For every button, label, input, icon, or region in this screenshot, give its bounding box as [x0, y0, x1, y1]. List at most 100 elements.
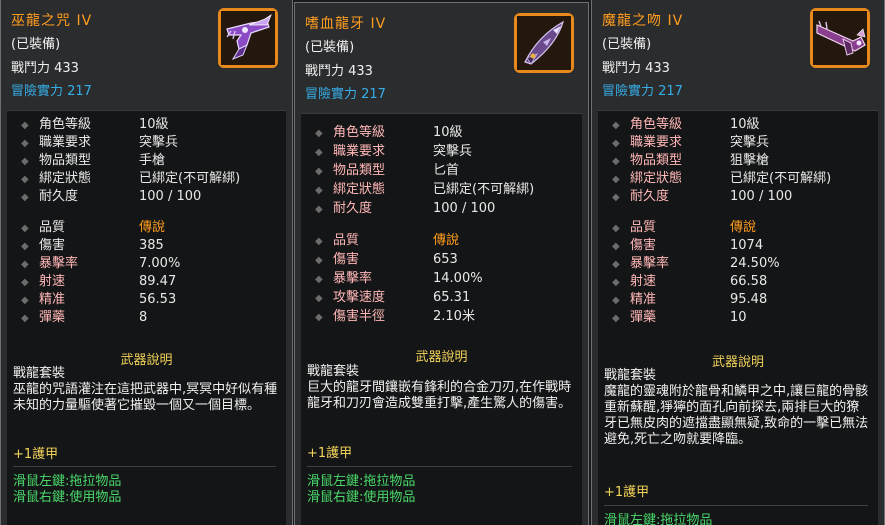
violet-skull-pistol-icon	[218, 8, 278, 68]
divider	[13, 466, 276, 467]
diamond-bullet-icon: ◆	[612, 259, 620, 270]
diamond-bullet-icon: ◆	[315, 185, 323, 196]
diamond-bullet-icon: ◆	[315, 255, 323, 266]
item-stats-panel: ◆ 角色等級 10級 ◆ 職業要求 突擊兵 ◆ 物品類型 狙擊槍 ◆ 綁定狀態 已綁定(不可解綁…	[598, 110, 878, 525]
item-tooltip-card-1: 巫龍之咒 IV (已裝備) 戰鬥力 433 冒險實力 217 ◆ 角色等級 10級 …	[0, 0, 293, 525]
stat-value: 100 / 100	[730, 189, 793, 204]
hint-left-click: 滑鼠左鍵:拖拉物品	[13, 474, 122, 489]
stat-label: 射速	[39, 274, 66, 289]
stat-value: 突擊兵	[730, 135, 770, 150]
stat-label: 耐久度	[630, 189, 670, 204]
stat-label: 傷害半徑	[333, 309, 386, 324]
stat-label: 綁定狀態	[333, 182, 386, 197]
stat-label: 角色等級	[630, 117, 683, 132]
diamond-bullet-icon: ◆	[315, 293, 323, 304]
quality-value: 傳說	[433, 233, 460, 248]
description-body: 巫龍的咒語灌注在這把武器中,冥冥中好似有種未知的力量驅使著它摧毀一個又一個目標。	[13, 382, 278, 413]
stat-value: 10	[730, 310, 747, 325]
stat-label: 角色等級	[39, 117, 92, 132]
diamond-bullet-icon: ◆	[315, 166, 323, 177]
stat-label: 綁定狀態	[39, 171, 92, 186]
stat-value: 已綁定(不可解綁)	[730, 171, 832, 186]
stat-value: 突擊兵	[433, 144, 473, 159]
stat-label: 品質	[630, 220, 657, 235]
hint-left-click: 滑鼠左鍵:拖拉物品	[604, 513, 713, 525]
stat-value: 已綁定(不可解綁)	[139, 171, 241, 186]
diamond-bullet-icon: ◆	[21, 223, 29, 234]
diamond-bullet-icon: ◆	[612, 241, 620, 252]
stat-label: 暴擊率	[39, 256, 79, 271]
description-body: 巨大的龍牙間鑲嵌有鋒利的合金刀刃,在作戰時龍牙和刀刃會造成雙重打擊,產生驚人的傷…	[307, 380, 572, 411]
diamond-bullet-icon: ◆	[315, 274, 323, 285]
diamond-bullet-icon: ◆	[21, 174, 29, 185]
stat-label: 耐久度	[39, 189, 79, 204]
item-name: 魔龍之吻 IV	[602, 13, 684, 29]
diamond-bullet-icon: ◆	[612, 223, 620, 234]
item-stats-panel: ◆ 角色等級 10級 ◆ 職業要求 突擊兵 ◆ 物品類型 手槍 ◆ 綁定狀態 已綁定(不可解綁)…	[7, 110, 286, 525]
stat-label: 綁定狀態	[630, 171, 683, 186]
equipped-status: (已裝備)	[305, 40, 355, 55]
stat-label: 物品類型	[630, 153, 683, 168]
stat-value: 56.53	[139, 292, 177, 307]
combat-power: 戰鬥力 433	[602, 61, 670, 76]
diamond-bullet-icon: ◆	[612, 277, 620, 288]
stat-value: 匕首	[433, 163, 460, 178]
diamond-bullet-icon: ◆	[21, 313, 29, 324]
stat-value: 66.58	[730, 274, 768, 289]
item-stats-panel: ◆ 角色等級 10級 ◆ 職業要求 突擊兵 ◆ 物品類型 匕首 ◆ 綁定狀態 已綁定(不可解綁)…	[301, 113, 582, 525]
diamond-bullet-icon: ◆	[315, 147, 323, 158]
stat-label: 傷害	[630, 238, 657, 253]
quality-value: 傳說	[139, 220, 166, 235]
stat-label: 物品類型	[39, 153, 92, 168]
equipped-status: (已裝備)	[602, 37, 652, 52]
stat-value: 已綁定(不可解綁)	[433, 182, 535, 197]
stat-value: 89.47	[139, 274, 177, 289]
diamond-bullet-icon: ◆	[612, 295, 620, 306]
stat-value: 1074	[730, 238, 764, 253]
set-bonus: +1護甲	[13, 447, 59, 462]
stat-value: 65.31	[433, 290, 471, 305]
description-text: 戰龍套裝 巨大的龍牙間鑲嵌有鋒利的合金刀刃,在作戰時龍牙和刀刃會造成雙重打擊,產…	[307, 364, 574, 412]
stat-value: 10級	[139, 117, 169, 132]
set-bonus: +1護甲	[604, 485, 650, 500]
adventure-power: 冒險實力 217	[11, 84, 92, 99]
diamond-bullet-icon: ◆	[21, 192, 29, 203]
set-name: 戰龍套裝	[604, 368, 657, 383]
diamond-bullet-icon: ◆	[612, 120, 620, 131]
diamond-bullet-icon: ◆	[21, 156, 29, 167]
stat-value: 100 / 100	[139, 189, 202, 204]
adventure-power: 冒險實力 217	[602, 84, 683, 99]
stat-value: 24.50%	[730, 256, 780, 271]
stat-label: 精准	[630, 292, 657, 307]
description-text: 戰龍套裝 魔龍的靈魂附於龍骨和鱗甲之中,讓巨龍的骨骸重新蘇醒,猙獰的面孔向前探去…	[604, 368, 870, 448]
stat-label: 傷害	[333, 252, 360, 267]
stat-label: 彈藥	[39, 310, 66, 325]
diamond-bullet-icon: ◆	[612, 138, 620, 149]
hint-right-click: 滑鼠右鍵:使用物品	[307, 490, 416, 505]
diamond-bullet-icon: ◆	[612, 156, 620, 167]
diamond-bullet-icon: ◆	[21, 241, 29, 252]
item-tooltip-card-2: 嗜血龍牙 IV (已裝備) 戰鬥力 433 冒險實力 217 ◆ 角色等級 10級 …	[294, 2, 589, 525]
item-name: 嗜血龍牙 IV	[305, 16, 387, 32]
hint-left-click: 滑鼠左鍵:拖拉物品	[307, 474, 416, 489]
equipped-status: (已裝備)	[11, 37, 61, 52]
stat-label: 彈藥	[630, 310, 657, 325]
stat-value: 100 / 100	[433, 201, 496, 216]
stat-label: 職業要求	[630, 135, 683, 150]
stat-label: 射速	[630, 274, 657, 289]
combat-power: 戰鬥力 433	[305, 64, 373, 79]
diamond-bullet-icon: ◆	[21, 259, 29, 270]
stat-label: 攻擊速度	[333, 290, 386, 305]
quality-value: 傳說	[730, 220, 757, 235]
dragon-sniper-rifle-icon	[810, 8, 870, 68]
stat-label: 傷害	[39, 238, 66, 253]
diamond-bullet-icon: ◆	[612, 174, 620, 185]
divider	[307, 466, 572, 467]
adventure-power: 冒險實力 217	[305, 87, 386, 102]
set-bonus: +1護甲	[307, 446, 353, 461]
stat-label: 暴擊率	[333, 271, 373, 286]
stat-label: 角色等級	[333, 125, 386, 140]
stat-value: 385	[139, 238, 164, 253]
description-text: 戰龍套裝 巫龍的咒語灌注在這把武器中,冥冥中好似有種未知的力量驅使著它摧毀一個又…	[13, 366, 278, 414]
stat-value: 14.00%	[433, 271, 483, 286]
